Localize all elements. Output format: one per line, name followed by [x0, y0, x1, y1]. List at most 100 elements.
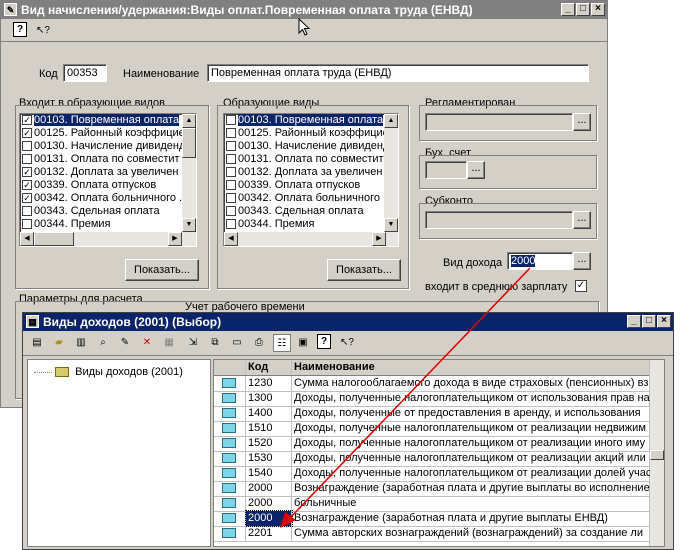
forming-list-item[interactable]: 00344. Премия: [224, 218, 398, 231]
scroll-up-icon[interactable]: ▲: [182, 114, 196, 128]
dialog-context-help-icon[interactable]: ↖?: [339, 334, 355, 350]
forming-list-item[interactable]: 00131. Оплата по совместит: [224, 153, 398, 166]
grid-vscroll[interactable]: [649, 360, 664, 546]
checkbox[interactable]: ✓: [22, 193, 32, 203]
new-row-icon[interactable]: ▤: [29, 334, 45, 350]
delete-icon[interactable]: ✕: [139, 334, 155, 350]
included-list-item[interactable]: ✓ 00132. Доплата за увеличен: [20, 166, 196, 179]
checkbox[interactable]: [226, 167, 236, 177]
forming-list-item[interactable]: 00130. Начисление дивиденд: [224, 140, 398, 153]
table-row[interactable]: 1540 Доходы, полученные налогоплательщико…: [214, 466, 650, 482]
hierarchy-icon[interactable]: ▣: [295, 334, 311, 350]
checkbox[interactable]: [226, 180, 236, 190]
edit-icon[interactable]: ✎: [117, 334, 133, 350]
scroll-down-icon[interactable]: ▼: [182, 218, 196, 232]
tree-view-icon[interactable]: ☷: [273, 334, 291, 352]
parent-icon[interactable]: ⧉: [207, 334, 223, 350]
tree-root-item[interactable]: Виды доходов (2001): [34, 366, 183, 378]
scroll-left-icon[interactable]: ◀: [224, 232, 238, 246]
table-row[interactable]: 2201 Сумма авторских вознаграждений (возн…: [214, 526, 650, 542]
document-icon[interactable]: ▭: [229, 334, 245, 350]
dialog-titlebar[interactable]: ▦ Виды доходов (2001) (Выбор) _ □ ×: [23, 313, 673, 331]
checkbox[interactable]: ✓: [22, 167, 32, 177]
checkbox[interactable]: [226, 141, 236, 151]
header-name[interactable]: Наименование: [292, 360, 664, 375]
included-list-item[interactable]: ✓ 00125. Районный коэффицие: [20, 127, 196, 140]
minimize-button[interactable]: _: [561, 3, 575, 16]
dialog-minimize-button[interactable]: _: [627, 315, 641, 328]
scroll-up-icon[interactable]: ▲: [384, 114, 398, 128]
mark-delete-icon[interactable]: ▦: [161, 334, 177, 350]
table-row[interactable]: 1230 Сумма налогооблагаемого дохода в вид…: [214, 376, 650, 392]
included-vscroll[interactable]: ▲ ▼: [182, 114, 196, 232]
checkbox[interactable]: [22, 206, 32, 216]
table-row[interactable]: 2000 Вознаграждение (заработная плата и д…: [214, 481, 650, 497]
forming-list-item[interactable]: 00132. Доплата за увеличен: [224, 166, 398, 179]
name-field[interactable]: Повременная оплата труда (ЕНВД): [207, 64, 589, 82]
forming-vscroll[interactable]: ▲ ▼: [384, 114, 398, 232]
help-icon[interactable]: ?: [13, 22, 27, 37]
included-list-item[interactable]: 00131. Оплата по совместит: [20, 153, 196, 166]
included-hscroll[interactable]: ◀ ▶: [20, 232, 196, 246]
included-list[interactable]: ✓ 00103. Повременная оплата ✓ 00125. Районн…: [19, 113, 197, 247]
subconto-field[interactable]: [425, 211, 573, 229]
included-list-item[interactable]: ✓ 00103. Повременная оплата: [20, 114, 196, 127]
forming-list-item[interactable]: 00125. Районный коэффицие: [224, 127, 398, 140]
regulated-field[interactable]: [425, 113, 573, 131]
forming-list-item[interactable]: 00103. Повременная оплата: [224, 114, 398, 127]
income-type-field[interactable]: 2000: [507, 252, 573, 270]
header-code[interactable]: Код: [246, 360, 292, 375]
table-row[interactable]: 1530 Доходы, полученные налогоплательщико…: [214, 451, 650, 467]
avg-salary-checkbox[interactable]: ✓: [575, 280, 587, 292]
income-grid[interactable]: Код Наименование 1230 Сумма налогооблагае…: [213, 359, 665, 547]
forming-list-item[interactable]: 00343. Сдельная оплата: [224, 205, 398, 218]
checkbox[interactable]: [226, 154, 236, 164]
scroll-right-icon[interactable]: ▶: [168, 232, 182, 246]
forming-hscroll[interactable]: ◀ ▶: [224, 232, 398, 246]
dialog-help-icon[interactable]: ?: [317, 334, 331, 349]
table-row-selected[interactable]: 2000 Вознаграждение (заработная плата и д…: [214, 510, 650, 527]
scroll-right-icon[interactable]: ▶: [372, 232, 386, 246]
checkbox[interactable]: ✓: [22, 180, 32, 190]
main-titlebar[interactable]: ✎ Вид начисления/удержания:Виды оплат.По…: [1, 1, 607, 19]
dialog-close-button[interactable]: ×: [657, 315, 671, 328]
checkbox[interactable]: ✓: [22, 128, 32, 138]
table-row[interactable]: 1300 Доходы, полученные налогоплательщико…: [214, 391, 650, 407]
checkbox[interactable]: [226, 206, 236, 216]
included-list-item[interactable]: ✓ 00339. Оплата отпусков: [20, 179, 196, 192]
scroll-thumb[interactable]: [34, 232, 74, 246]
forming-list-item[interactable]: 00339. Оплата отпусков: [224, 179, 398, 192]
forming-list[interactable]: 00103. Повременная оплата 00125. Районный…: [223, 113, 399, 247]
show-forming-button[interactable]: Показать...: [327, 259, 401, 281]
show-included-button[interactable]: Показать...: [125, 259, 199, 281]
checkbox[interactable]: [226, 115, 236, 125]
find-icon[interactable]: ⌕: [95, 334, 111, 350]
account-select-button[interactable]: ...: [467, 161, 485, 179]
maximize-button[interactable]: □: [576, 3, 590, 16]
checkbox[interactable]: [226, 128, 236, 138]
move-icon[interactable]: ⇲: [185, 334, 201, 350]
included-list-item[interactable]: ✓ 00342. Оплата больничного .: [20, 192, 196, 205]
scroll-down-icon[interactable]: ▼: [384, 218, 398, 232]
checkbox[interactable]: [226, 193, 236, 203]
included-list-item[interactable]: 00344. Премия: [20, 218, 196, 231]
print-icon[interactable]: ⎙: [251, 334, 267, 350]
checkbox[interactable]: [22, 141, 32, 151]
checkbox[interactable]: [22, 219, 32, 229]
account-field[interactable]: [425, 161, 467, 179]
new-folder-icon[interactable]: ▰: [51, 334, 67, 350]
code-field[interactable]: 00353: [63, 64, 107, 82]
forming-list-item[interactable]: 00342. Оплата больничного .: [224, 192, 398, 205]
close-button[interactable]: ×: [591, 3, 605, 16]
context-help-icon[interactable]: ↖?: [35, 22, 51, 38]
income-type-select-button[interactable]: ...: [573, 252, 591, 270]
table-row[interactable]: 1520 Доходы, полученные налогоплательщико…: [214, 436, 650, 452]
subconto-select-button[interactable]: ...: [573, 211, 591, 229]
scroll-thumb[interactable]: [182, 128, 196, 158]
checkbox[interactable]: [226, 219, 236, 229]
copy-row-icon[interactable]: ▥: [73, 334, 89, 350]
checkbox[interactable]: ✓: [22, 115, 32, 125]
included-list-item[interactable]: 00130. Начисление дивиденд: [20, 140, 196, 153]
table-row[interactable]: 1510 Доходы, полученные налогоплательщико…: [214, 421, 650, 437]
regulated-select-button[interactable]: ...: [573, 113, 591, 131]
